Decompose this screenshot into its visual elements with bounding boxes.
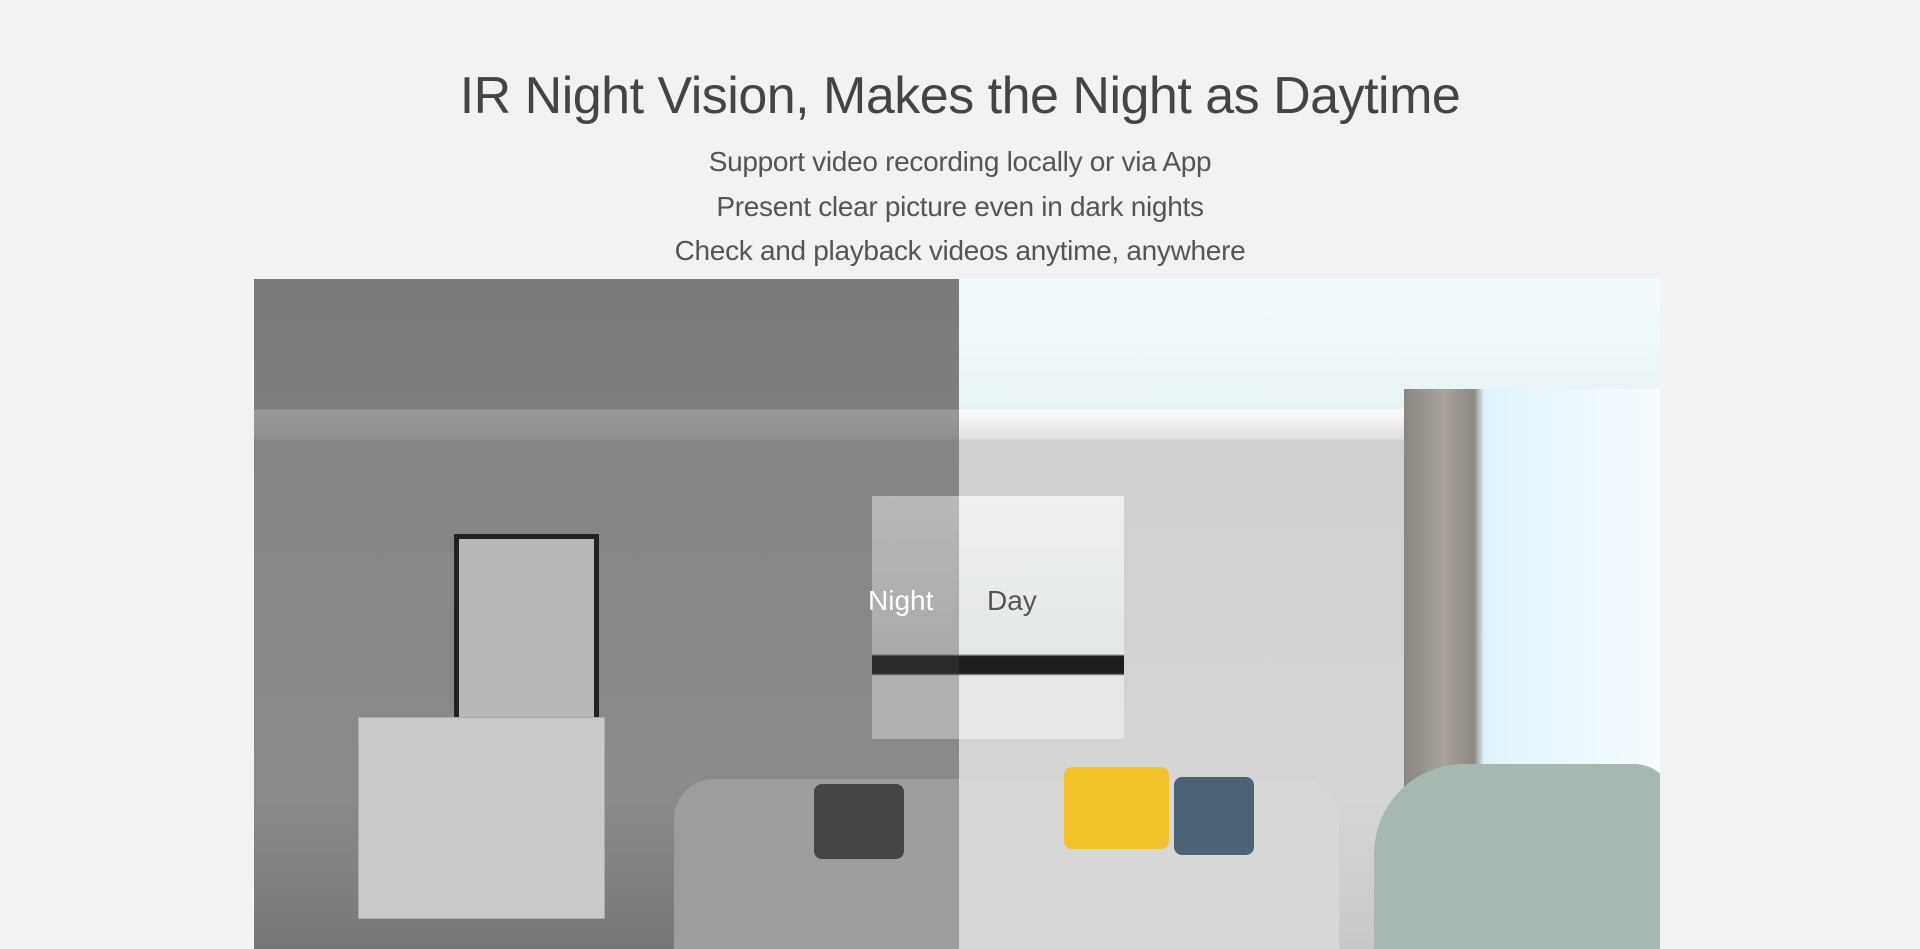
day-label: Day: [987, 585, 1037, 616]
wall-art: [454, 534, 599, 724]
feature-line-1: Support video recording locally or via A…: [708, 146, 1212, 177]
pillow-gray: [814, 784, 904, 859]
feature-line-2: Present clear picture even in dark night…: [716, 191, 1204, 222]
feature-line-3: Check and playback videos anytime, anywh…: [674, 235, 1246, 266]
night-day-comparison-image: Night Day: [254, 279, 1660, 949]
pillow-blue: [1174, 777, 1254, 855]
night-label: Night: [868, 585, 934, 616]
pillow-yellow: [1064, 767, 1169, 849]
cabinet: [358, 717, 605, 919]
page-title: IR Night Vision, Makes the Night as Dayt…: [459, 67, 1461, 125]
painting-day: [959, 496, 1124, 739]
painting-night: [872, 496, 959, 739]
armchair: [1374, 764, 1660, 949]
